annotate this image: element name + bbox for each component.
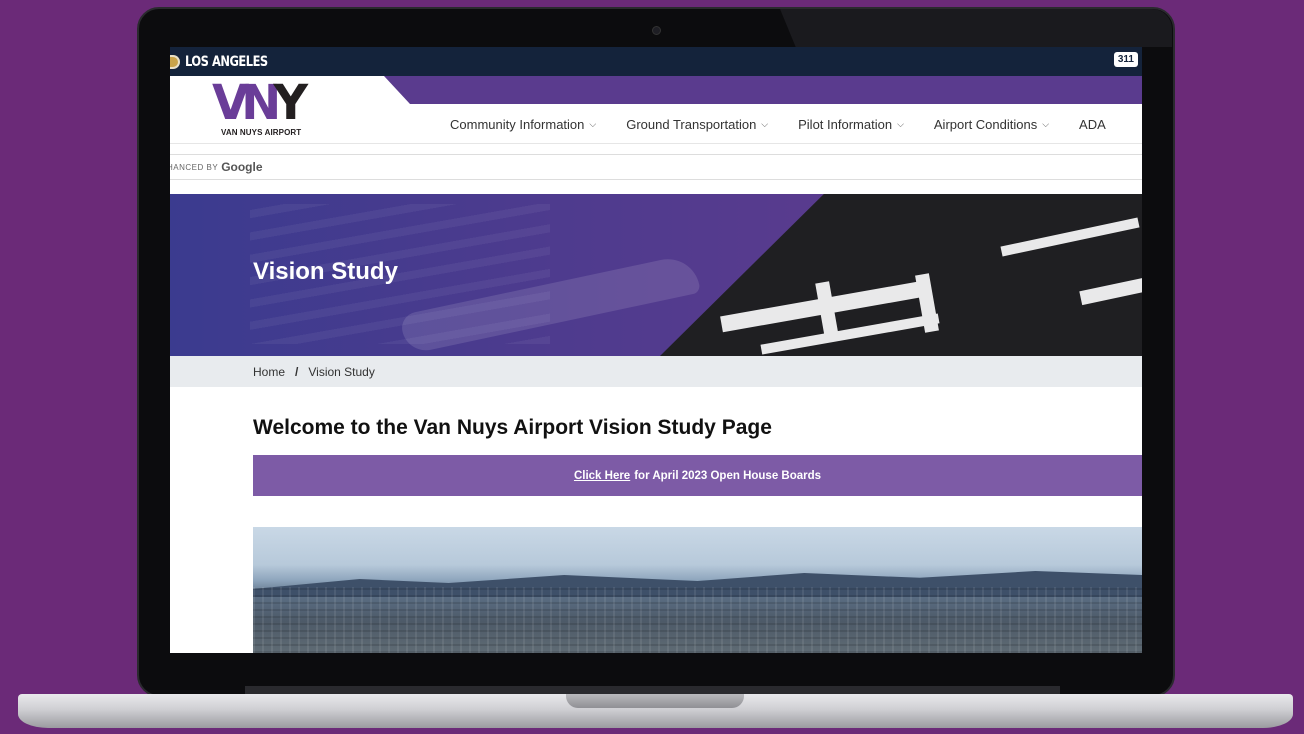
breadcrumb-home-link[interactable]: Home xyxy=(253,365,285,379)
311-badge[interactable]: 311 xyxy=(1113,52,1138,67)
nav-community-information[interactable]: Community Information ⌵ xyxy=(450,117,596,132)
chevron-down-icon: ⌵ xyxy=(1042,119,1050,129)
breadcrumb: Home / Vision Study xyxy=(170,356,1142,387)
lid-reflection xyxy=(780,9,1172,47)
page-title: Vision Study xyxy=(253,258,398,285)
header-accent-strip xyxy=(384,76,1142,104)
search-bar[interactable]: HANCED BY Google xyxy=(170,154,1142,180)
main-nav: Community Information ⌵ Ground Transport… xyxy=(450,117,1136,132)
city-top-bar: LOS ANGELES 311 xyxy=(170,47,1142,76)
cta-text: for April 2023 Open House Boards xyxy=(634,469,822,482)
runway-marking xyxy=(1000,217,1140,257)
runway-image xyxy=(660,194,1142,356)
logo-caption: VAN NUYS AIRPORT xyxy=(221,128,302,137)
city-link[interactable]: LOS ANGELES xyxy=(185,54,268,70)
vny-logo-mark: VNY xyxy=(212,75,308,131)
chevron-down-icon: ⌵ xyxy=(897,119,904,129)
click-here-link[interactable]: Click Here xyxy=(574,470,630,482)
nav-label: Pilot Information xyxy=(798,117,893,132)
nav-label: Community Information xyxy=(450,117,585,132)
chevron-down-icon: ⌵ xyxy=(589,119,597,129)
hero-banner: Vision Study xyxy=(170,194,1142,356)
nav-ada[interactable]: ADA xyxy=(1079,117,1106,132)
breadcrumb-separator: / xyxy=(295,364,299,379)
chevron-down-icon: ⌵ xyxy=(761,119,769,129)
nav-label: Ground Transportation xyxy=(626,117,757,132)
google-logo: Google xyxy=(221,160,263,174)
city-sprawl xyxy=(253,587,1142,653)
webcam-icon xyxy=(652,26,661,35)
nav-label: Airport Conditions xyxy=(933,117,1038,132)
nav-pilot-information[interactable]: Pilot Information ⌵ xyxy=(798,117,904,132)
aerial-photo xyxy=(253,527,1142,653)
open-house-banner: Click Here for April 2023 Open House Boa… xyxy=(253,455,1142,496)
breadcrumb-current: Vision Study xyxy=(308,364,375,379)
nav-ground-transportation[interactable]: Ground Transportation ⌵ xyxy=(626,117,768,132)
nav-airport-conditions[interactable]: Airport Conditions ⌵ xyxy=(934,117,1049,132)
vny-logo[interactable]: VNY VAN NUYS AIRPORT xyxy=(212,78,322,137)
nav-label: ADA xyxy=(1079,117,1106,132)
welcome-heading: Welcome to the Van Nuys Airport Vision S… xyxy=(253,416,772,439)
runway-marking xyxy=(1079,276,1142,306)
laptop-opening-notch xyxy=(566,694,744,708)
city-seal-icon[interactable] xyxy=(170,54,180,69)
enhanced-by-label: HANCED BY xyxy=(170,162,219,172)
browser-screen: LOS ANGELES 311 VNY VAN NUYS AIRPORT Com… xyxy=(170,47,1142,653)
site-header: VNY VAN NUYS AIRPORT Community Informati… xyxy=(170,76,1142,144)
